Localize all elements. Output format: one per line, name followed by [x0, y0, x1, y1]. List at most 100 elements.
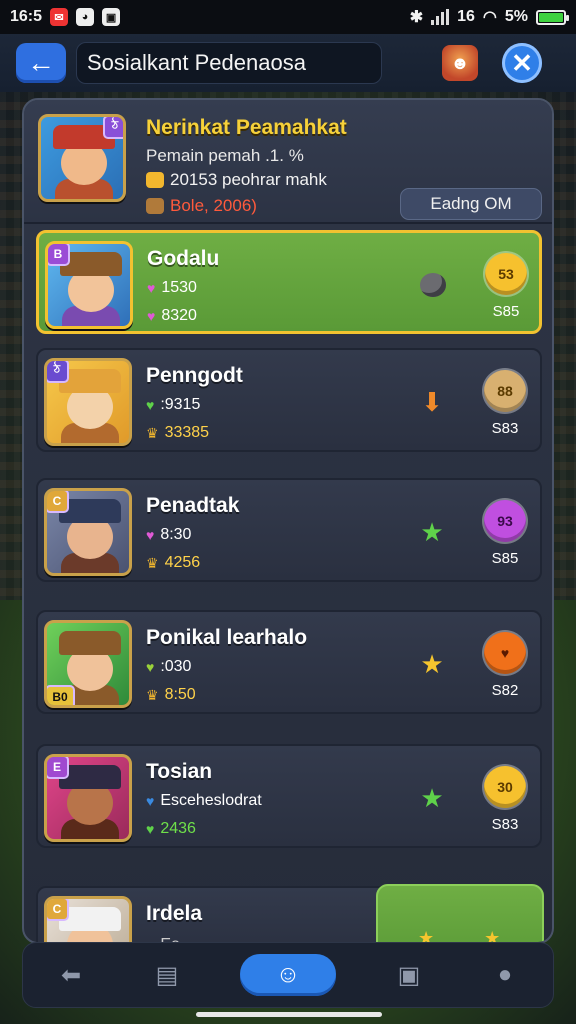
- player-portrait: ঠ: [44, 358, 132, 446]
- profile-portrait[interactable]: ঠ: [38, 114, 126, 202]
- heart-icon: ♥: [146, 659, 155, 675]
- player-stat-primary: ♥ 1530: [147, 279, 197, 297]
- profile-stat1-text: 20153 peohrar mahk: [170, 170, 327, 189]
- status-right: ✱ 16 ◠ 5%: [409, 7, 569, 27]
- player-stat-secondary: ♥ 2436: [146, 820, 196, 838]
- player-stat2: 8320: [161, 307, 197, 324]
- photo-icon: ▣: [102, 8, 121, 26]
- player-price: S85: [491, 550, 519, 567]
- close-icon: ✕: [511, 47, 533, 78]
- heart-icon: ♥: [146, 821, 155, 837]
- player-price: S82: [491, 682, 519, 699]
- player-stat2: 2436: [160, 820, 196, 837]
- player-stat-primary: ♥ 8:30: [146, 526, 191, 544]
- person-icon: ●: [497, 961, 513, 988]
- notification-icon: ✉: [50, 8, 69, 26]
- highlight-card[interactable]: ★★: [376, 884, 544, 942]
- chat-icon: ▤: [155, 961, 179, 989]
- close-button[interactable]: ✕: [502, 43, 542, 83]
- home-indicator[interactable]: [196, 1012, 382, 1017]
- player-badge: B: [48, 244, 70, 266]
- player-row[interactable]: C Irdela ♥ Eo ... ★★: [36, 884, 544, 942]
- friends-icon: ☺: [275, 961, 301, 988]
- status-left: 16:5 ✉ ◕ ▣: [10, 8, 121, 26]
- bluetooth-icon: ✱: [409, 9, 424, 26]
- player-name: Godalu: [147, 247, 220, 270]
- player-badge: C: [47, 899, 69, 921]
- player-portrait: E: [44, 754, 132, 842]
- orange-arrow-icon: ⬇: [421, 386, 443, 417]
- player-stat-secondary: ♥ 8320: [147, 307, 197, 325]
- portrait-hat: [59, 631, 121, 655]
- heart-icon: ♥: [147, 308, 156, 324]
- crown-icon: ♛: [146, 554, 159, 571]
- coin-button[interactable]: 93: [484, 500, 526, 542]
- arrow-left-icon: ←: [27, 47, 55, 78]
- wifi-icon: ◠: [482, 9, 497, 26]
- player-list-panel: ঠ Nerinkat Peamahkat Pemain pemah .1. % …: [22, 98, 554, 944]
- yellow-star-icon: ★: [420, 648, 444, 679]
- profile-subtitle: Pemain pemah .1. %: [146, 146, 304, 165]
- player-stat1: :030: [160, 658, 192, 675]
- bottom-nav: ⬅ ▤ ☺ ▣ ●: [22, 942, 554, 1008]
- nav-friends-button[interactable]: ☺: [240, 954, 336, 996]
- player-badge: E: [47, 757, 69, 779]
- player-price: S85: [492, 303, 520, 320]
- player-row[interactable]: B0 Ponikal learhalo ♥ :030 ♛ 8:50 ★ ♥ S8…: [36, 610, 542, 714]
- player-stat1: 8:30: [160, 526, 192, 543]
- player-stat-primary: ♥ :9315: [146, 396, 200, 414]
- nav-back-button[interactable]: ⬅: [48, 952, 94, 998]
- player-stat1: Esceheslodrat: [160, 792, 262, 809]
- player-stat2: 33385: [164, 424, 210, 441]
- player-row[interactable]: E Tosian ♥ Esceheslodrat ♥ 2436 ★ 30 S83: [36, 744, 542, 848]
- coin-button[interactable]: 53: [485, 253, 527, 295]
- player-stat-primary: ♥ :030: [146, 658, 191, 676]
- crown-icon: ♛: [146, 424, 159, 441]
- nav-cards-button[interactable]: ▣: [386, 952, 432, 998]
- arrow-left-icon: ⬅: [60, 961, 82, 989]
- player-name: Penadtak: [146, 494, 240, 517]
- player-price: S83: [491, 420, 519, 437]
- game-icon: ◕: [76, 8, 95, 26]
- player-name: Penngodt: [146, 364, 243, 387]
- player-badge: B0: [47, 685, 75, 705]
- green-star-icon: ★: [420, 516, 444, 547]
- player-name: Ponikal learhalo: [146, 626, 308, 649]
- cards-icon: ▣: [397, 961, 421, 989]
- heart-icon: ♥: [146, 527, 155, 543]
- nav-chat-button[interactable]: ▤: [144, 952, 190, 998]
- signal-icon: [431, 9, 450, 25]
- player-price: S83: [491, 816, 519, 833]
- coin-button[interactable]: ♥: [484, 632, 526, 674]
- player-stat2: 4256: [164, 554, 201, 571]
- player-row[interactable]: B Godalu ♥ 1530 ♥ 8320 53 S85: [36, 230, 542, 334]
- heart-icon: ♥: [146, 793, 155, 809]
- pebble-icon: [417, 269, 449, 301]
- player-stat-secondary: ♛ 33385: [146, 424, 209, 442]
- crown-icon: ♛: [146, 686, 159, 703]
- player-badge: ঠ: [47, 361, 69, 383]
- player-stat-secondary: ♛ 8:50: [146, 686, 196, 704]
- status-badge[interactable]: Eadng OM: [400, 188, 542, 220]
- status-time: 16:5: [10, 8, 43, 25]
- coin-button[interactable]: 30: [484, 766, 526, 808]
- coin-button[interactable]: 88: [484, 370, 526, 412]
- user-avatar-icon[interactable]: ☻: [442, 45, 478, 81]
- nav-profile-button[interactable]: ●: [482, 952, 528, 998]
- battery-icon: [536, 9, 569, 25]
- player-portrait: C: [44, 896, 132, 942]
- page-title: Sosialkant Pedenaosa: [76, 42, 382, 84]
- profile-name: Nerinkat Peamahkat: [146, 116, 347, 139]
- player-stat2: 8:50: [164, 686, 196, 703]
- player-portrait: B: [45, 241, 133, 329]
- player-row[interactable]: ঠ Penngodt ♥ :9315 ♛ 33385 ⬇ 88 S83: [36, 348, 542, 452]
- player-row[interactable]: C Penadtak ♥ 8:30 ♛ 4256 ★ 93 S85: [36, 478, 542, 582]
- heart-icon: ♥: [147, 280, 156, 296]
- back-button[interactable]: ←: [16, 43, 66, 83]
- player-stat-secondary: ♛ 4256: [146, 554, 200, 572]
- player-portrait: B0: [44, 620, 132, 708]
- profile-stat-coins: 20153 peohrar mahk: [146, 170, 327, 190]
- player-stat-primary: ♥ Esceheslodrat: [146, 792, 262, 810]
- profile-badge: ঠ: [103, 117, 123, 139]
- signal-text: 16: [457, 8, 475, 25]
